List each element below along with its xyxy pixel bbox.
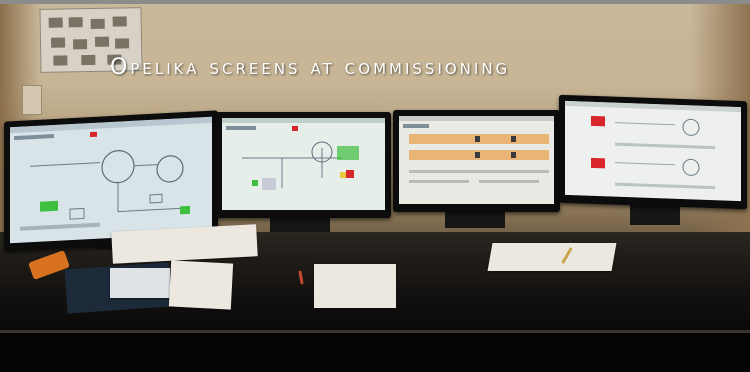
photo-scene: Opelika screens at commissioning — [0, 0, 750, 372]
monitor-1-screen — [10, 116, 212, 244]
paper-sheet — [314, 264, 396, 308]
hmi-graphic-2 — [222, 118, 385, 190]
under-desk — [0, 333, 750, 372]
ceiling-strip — [0, 0, 750, 4]
monitor-stand — [630, 205, 680, 225]
wall-switch — [22, 85, 42, 115]
photo-caption: Opelika screens at commissioning — [110, 55, 511, 80]
hmi-graphic-4 — [565, 100, 741, 190]
monitor-4 — [559, 94, 747, 210]
notepad — [168, 260, 234, 310]
monitor-stand — [445, 210, 505, 228]
notebook-page — [110, 268, 170, 298]
clipboard-paper — [487, 243, 617, 271]
hmi-graphic-3 — [399, 116, 554, 183]
hmi-graphic-1 — [10, 116, 212, 231]
monitor-stand — [270, 216, 330, 232]
monitor-3 — [393, 110, 560, 212]
monitor-2 — [216, 112, 391, 218]
monitor-2-screen — [222, 118, 385, 210]
monitor-3-screen — [399, 116, 554, 204]
monitor-4-screen — [565, 100, 741, 202]
